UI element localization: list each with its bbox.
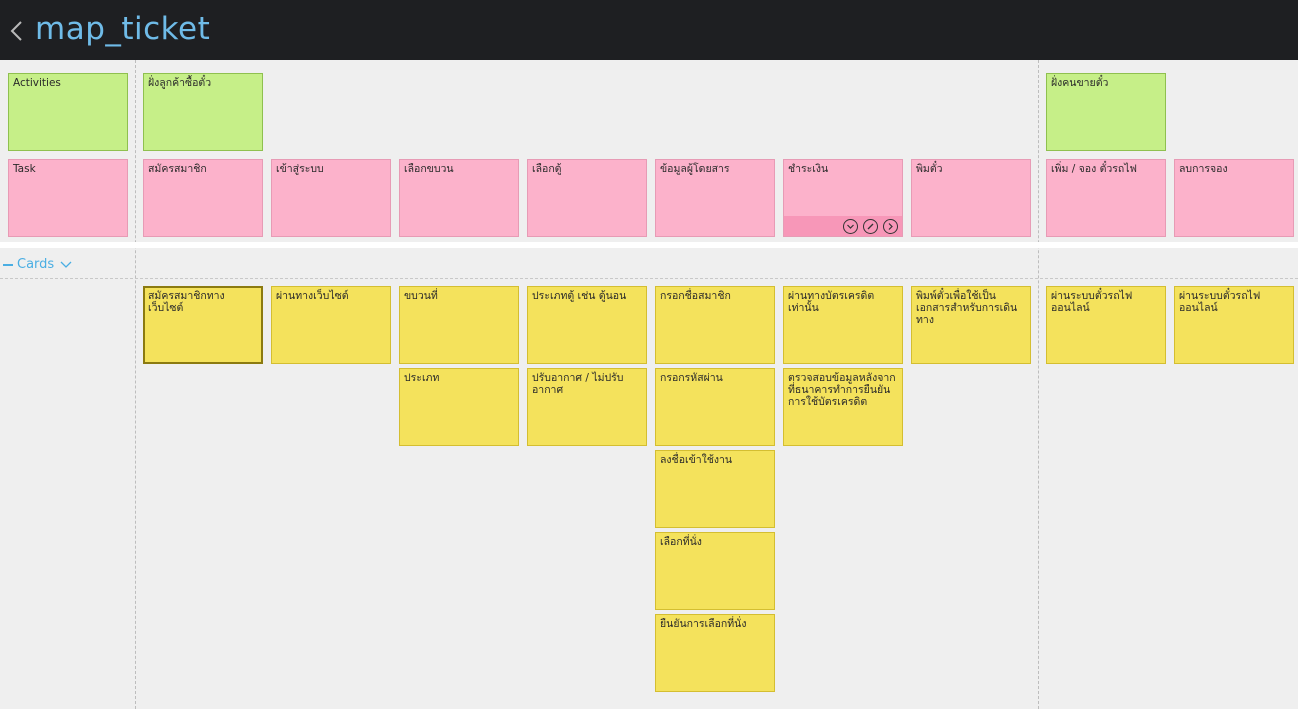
story-card[interactable]: ผ่านระบบตั๋วรถไฟออนไลน์ <box>1046 286 1166 364</box>
edit-card-button[interactable] <box>863 219 878 234</box>
back-button[interactable] <box>6 18 28 44</box>
task-label: พิมตั๋ว <box>916 163 943 175</box>
task-card[interactable]: ลบการจอง <box>1174 159 1294 237</box>
card-label: ประเภทตู้ เช่น ตู้นอน <box>532 290 627 302</box>
story-card[interactable]: กรอกชื่อสมาชิก <box>655 286 775 364</box>
card-label: กรอกชื่อสมาชิก <box>660 290 731 302</box>
card-label: ผ่านระบบตั๋วรถไฟออนไลน์ <box>1179 290 1261 314</box>
task-card[interactable]: ข้อมูลผู้โดยสาร <box>655 159 775 237</box>
story-card[interactable]: ผ่านทางเว็บไซต์ <box>271 286 391 364</box>
card-toolbar <box>784 216 902 236</box>
story-card[interactable]: ลงชื่อเข้าใช้งาน <box>655 450 775 528</box>
section-separator <box>0 242 1298 248</box>
task-card[interactable]: เลือกตู้ <box>527 159 647 237</box>
card-label: พิมพ์ตั๋วเพื่อใช้เป็นเอกสารสำหรับการเดิน… <box>916 290 1018 326</box>
chevron-down-circle-icon <box>847 224 854 229</box>
story-card[interactable]: ตรวจสอบข้อมูลหลังจากที่ธนาคารทำการยืนยัน… <box>783 368 903 446</box>
task-card-header[interactable]: Task <box>8 159 128 237</box>
chevron-down-icon <box>60 261 72 268</box>
task-label: Task <box>13 163 36 175</box>
collapse-card-button[interactable] <box>843 219 858 234</box>
task-label: ชำระเงิน <box>788 163 829 175</box>
activity-card-header[interactable]: Activities <box>8 73 128 151</box>
story-card[interactable]: ผ่านทางบัตรเครดิตเท่านั้น <box>783 286 903 364</box>
task-label: เพิ่ม / จอง ตั๋วรถไฟ <box>1051 163 1137 175</box>
minus-icon <box>3 264 13 266</box>
page-title: map_ticket <box>35 11 211 47</box>
card-label: เลือกที่นั่ง <box>660 536 702 548</box>
activity-card[interactable]: ฝั่งลูกค้าซื้อตั๋ว <box>143 73 263 151</box>
task-label: เลือกขบวน <box>404 163 454 175</box>
task-card-hovered[interactable]: ชำระเงิน <box>783 159 903 237</box>
chevron-right-circle-icon <box>888 223 893 230</box>
story-card[interactable]: พิมพ์ตั๋วเพื่อใช้เป็นเอกสารสำหรับการเดิน… <box>911 286 1031 364</box>
card-label: ลงชื่อเข้าใช้งาน <box>660 454 733 466</box>
story-card[interactable]: ประเภท <box>399 368 519 446</box>
card-label: ตรวจสอบข้อมูลหลังจากที่ธนาคารทำการยืนยัน… <box>788 372 896 408</box>
card-label: ผ่านทางบัตรเครดิตเท่านั้น <box>788 290 875 314</box>
card-label: ผ่านระบบตั๋วรถไฟออนไลน์ <box>1051 290 1133 314</box>
story-card[interactable]: ยืนยันการเลือกที่นั่ง <box>655 614 775 692</box>
task-label: ข้อมูลผู้โดยสาร <box>660 163 730 175</box>
card-label: ประเภท <box>404 372 440 384</box>
story-map-board: Activities ฝั่งลูกค้าซื้อตั๋ว ฝั่งคนขายต… <box>0 60 1298 709</box>
task-card[interactable]: เพิ่ม / จอง ตั๋วรถไฟ <box>1046 159 1166 237</box>
task-card[interactable]: พิมตั๋ว <box>911 159 1031 237</box>
task-label: ลบการจอง <box>1179 163 1228 175</box>
activity-label: ฝั่งคนขายตั๋ว <box>1051 77 1109 89</box>
column-divider <box>1038 60 1039 709</box>
edit-circle-icon <box>867 223 874 230</box>
task-label: เลือกตู้ <box>532 163 562 175</box>
section-divider <box>0 278 1298 279</box>
card-label: สมัครสมาชิกทางเว็บไซต์ <box>148 290 225 314</box>
story-card[interactable]: ขบวนที่ <box>399 286 519 364</box>
open-card-button[interactable] <box>883 219 898 234</box>
card-label: กรอกรหัสผ่าน <box>660 372 723 384</box>
cards-section-label: Cards <box>17 257 55 272</box>
task-card[interactable]: สมัครสมาชิก <box>143 159 263 237</box>
card-label: ปรับอากาศ / ไม่ปรับอากาศ <box>532 372 624 396</box>
task-card[interactable]: เข้าสู่ระบบ <box>271 159 391 237</box>
card-label: ผ่านทางเว็บไซต์ <box>276 290 349 302</box>
card-label: ขบวนที่ <box>404 290 438 302</box>
story-card-selected[interactable]: สมัครสมาชิกทางเว็บไซต์ <box>143 286 263 364</box>
task-label: สมัครสมาชิก <box>148 163 207 175</box>
story-card[interactable]: ผ่านระบบตั๋วรถไฟออนไลน์ <box>1174 286 1294 364</box>
story-card[interactable]: ปรับอากาศ / ไม่ปรับอากาศ <box>527 368 647 446</box>
activity-card[interactable]: ฝั่งคนขายตั๋ว <box>1046 73 1166 151</box>
task-card[interactable]: เลือกขบวน <box>399 159 519 237</box>
activity-label: Activities <box>13 77 61 89</box>
story-card[interactable]: เลือกที่นั่ง <box>655 532 775 610</box>
card-label: ยืนยันการเลือกที่นั่ง <box>660 618 747 630</box>
story-card[interactable]: กรอกรหัสผ่าน <box>655 368 775 446</box>
chevron-left-icon <box>10 21 22 41</box>
column-divider <box>135 60 136 709</box>
activity-label: ฝั่งลูกค้าซื้อตั๋ว <box>148 77 212 89</box>
top-bar: map_ticket <box>0 0 1298 60</box>
story-card[interactable]: ประเภทตู้ เช่น ตู้นอน <box>527 286 647 364</box>
task-label: เข้าสู่ระบบ <box>276 163 324 175</box>
